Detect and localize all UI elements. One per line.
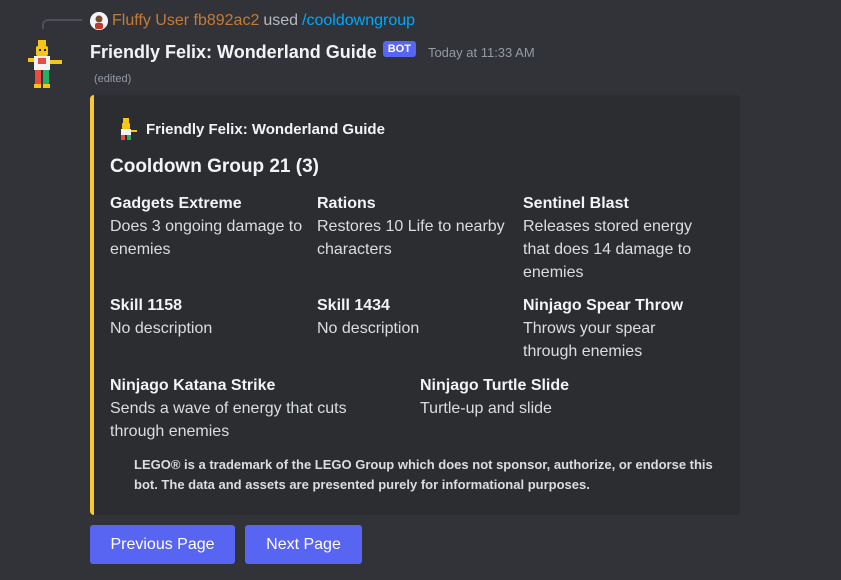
field-value: No description (317, 320, 420, 337)
bot-username[interactable]: Friendly Felix: Wonderland Guide (90, 42, 377, 63)
reply-used-text: used (263, 12, 299, 29)
embed-field: Gadgets Extreme Does 3 ongoing damage to… (110, 193, 310, 261)
embed-card: Friendly Felix: Wonderland Guide Cooldow… (90, 95, 740, 515)
next-page-button[interactable]: Next Page (245, 525, 362, 564)
field-name: Skill 1158 (110, 297, 183, 314)
embed-title: Cooldown Group 21 (3) (110, 156, 319, 177)
reply-user-avatar[interactable] (90, 12, 108, 30)
embed-field: Rations Restores 10 Life to nearby chara… (317, 193, 517, 261)
embed-field: Sentinel Blast Releases stored energy th… (523, 193, 705, 284)
embed-field: Ninjago Spear Throw Throws your spear th… (523, 295, 703, 363)
embed-field: Skill 1158 No description (110, 295, 310, 340)
reply-username[interactable]: Fluffy User fb892ac2 (112, 12, 259, 30)
field-name: Skill 1434 (317, 297, 390, 314)
field-name: Ninjago Turtle Slide (420, 377, 570, 394)
reply-connector-line (42, 19, 82, 29)
embed-author-name: Friendly Felix: Wonderland Guide (146, 120, 385, 138)
embed-footer: LEGO® is a trademark of the LEGO Group w… (134, 457, 713, 492)
field-name: Ninjago Katana Strike (110, 377, 276, 394)
author-icon (121, 118, 137, 140)
field-name: Gadgets Extreme (110, 195, 242, 212)
field-value: Sends a wave of energy that cuts through… (110, 400, 347, 440)
reply-command[interactable]: /cooldowngroup (302, 12, 415, 30)
embed-field: Ninjago Katana Strike Sends a wave of en… (110, 375, 390, 443)
edited-label: (edited) (94, 73, 132, 85)
field-name: Ninjago Spear Throw (523, 297, 684, 314)
previous-page-button[interactable]: Previous Page (90, 525, 235, 564)
reply-reference[interactable]: Fluffy User fb892ac2 used /cooldowngroup (90, 11, 415, 31)
field-value: Does 3 ongoing damage to enemies (110, 218, 303, 258)
field-value: Throws your spear through enemies (523, 320, 656, 360)
field-name: Rations (317, 195, 376, 212)
field-value: Restores 10 Life to nearby characters (317, 218, 505, 258)
field-value: Turtle-up and slide (420, 400, 552, 417)
bot-avatar[interactable] (24, 38, 64, 90)
field-value: Releases stored energy that does 14 dama… (523, 218, 692, 281)
message-timestamp[interactable]: Today at 11:33 AM (428, 45, 535, 60)
embed-field: Skill 1434 No description (317, 295, 517, 340)
message-header: Friendly Felix: Wonderland Guide BOT Tod… (90, 40, 535, 64)
bot-tag-badge: BOT (382, 41, 416, 57)
field-name: Sentinel Blast (523, 195, 629, 212)
embed-author: Friendly Felix: Wonderland Guide (114, 117, 385, 141)
field-value: No description (110, 320, 213, 337)
embed-field: Ninjago Turtle Slide Turtle-up and slide (420, 375, 700, 420)
